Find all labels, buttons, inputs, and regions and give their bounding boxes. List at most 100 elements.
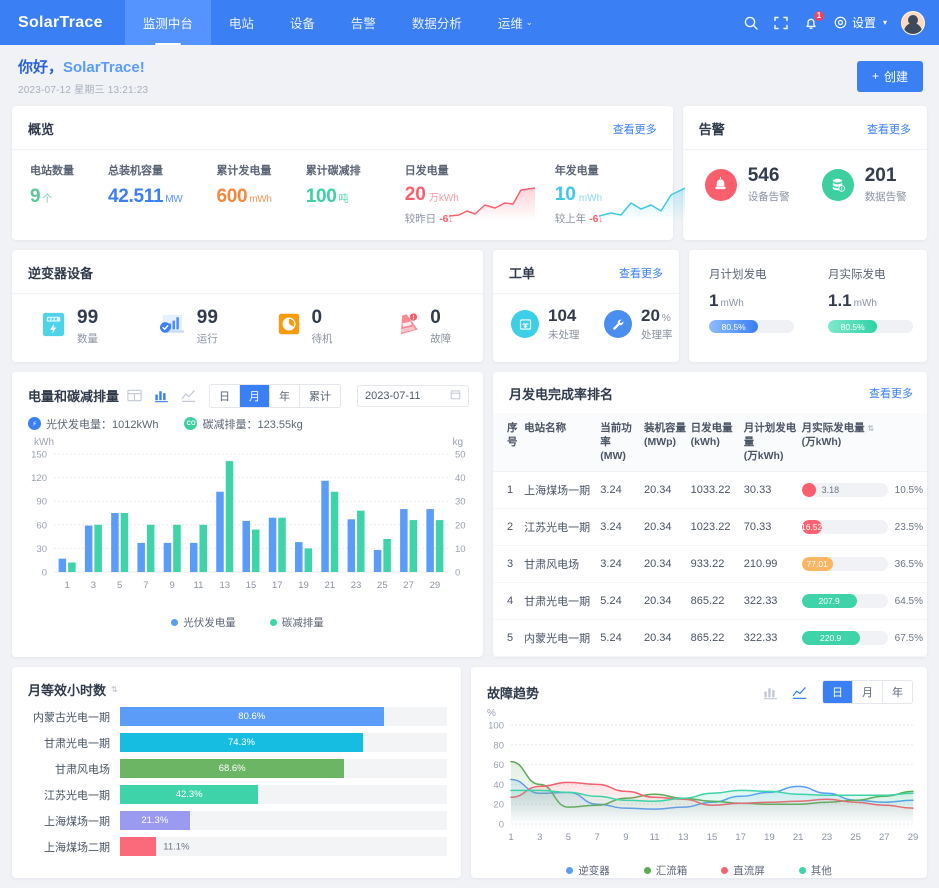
table-row[interactable]: 3 甘肃风电场 3.24 20.34 933.22 210.99 77.01 36.5% [493,545,927,584]
hours-bar-track: 21.3% [120,811,447,831]
main-nav: 监测中台 电站 设备 告警 数据分析 运维 ⌄ [124,0,551,45]
summary-carbon-text: 碳减排量：123.55kg [202,416,302,432]
bar-chart-icon[interactable] [153,387,170,404]
line-chart-icon[interactable] [791,684,808,701]
line-chart-icon[interactable] [180,387,197,404]
svg-text:80: 80 [493,741,504,752]
legend-other[interactable]: 其他 [798,863,832,878]
legend-inverter[interactable]: 逆变器 [566,863,610,878]
inverter-caption: 待机 [311,332,333,345]
fault-chart-legend: 逆变器 汇流箱 直流屏 其他 [471,859,927,878]
hours-bar-row: 江苏光电一期 42.3% [12,785,461,805]
energy-chart-legend: 光伏发电量 碳减排量 [12,613,483,642]
table-row[interactable]: 4 甘肃光电一期 5.24 20.34 865.22 322.33 207.9 64.5% [493,582,927,621]
notification-bell-icon[interactable]: 1 [803,10,824,31]
cell-power: 5.24 [600,619,644,658]
table-row[interactable]: 2 江苏光电一期 3.24 20.34 1023.22 70.33 16.52 23.5% [493,508,927,547]
cell-name: 甘肃光电一期 [524,582,601,621]
greeting-text-group: 你好，SolarTrace! 2023-07-12 星期三 13:21:23 [18,56,148,96]
progress-cell: 16.52 23.5% [801,520,923,535]
col-actual[interactable]: 月实际发电量 ⇅ (万kWh) [801,412,927,473]
alarm-header: 告警 查看更多 [682,106,927,150]
cell-no: 5 [493,619,525,658]
date-picker[interactable]: 2023-07-11 [357,384,469,407]
nav-label: 告警 [350,17,376,31]
hours-bar-row: 甘肃风电场 68.6% [12,759,461,779]
legend-dot [798,867,806,875]
alarm-device-text: 546 设备告警 [748,166,790,204]
legend-pv[interactable]: 光伏发电量 [171,615,236,630]
range-cumulative[interactable]: 累计 [300,384,340,407]
workorder-more-link[interactable]: 查看更多 [619,265,663,281]
hours-bar-track: 80.6% [120,707,447,727]
nav-item-plant[interactable]: 电站 [211,0,272,45]
nav-item-operations[interactable]: 运维 ⌄ [480,0,551,45]
nav-item-device[interactable]: 设备 [272,0,333,45]
fault-range-year[interactable]: 年 [883,681,912,704]
cell-daily: 933.22 [690,545,744,584]
workorder-header: 工单 查看更多 [493,250,679,294]
fault-range-day[interactable]: 日 [823,681,853,704]
rank-table: 序号 电站名称 当前功率 (MW) 装机容量 (MWp) 日发电量 (kWh) 月计划… [493,412,927,658]
fault-trend-card: 故障趋势 日 月 年 % 0 20 40 60 80 100 1 3 5 7 9… [471,667,927,879]
inverter-value: 99 [77,307,99,328]
avatar[interactable] [901,10,925,35]
cell-power: 3.24 [600,471,644,510]
table-row[interactable]: 1 上海煤场一期 3.24 20.34 1033.22 30.33 3.18 10.5% [493,471,927,510]
create-button[interactable]: + 创建 [856,60,923,92]
inverter-standby: 0 待机 [248,308,366,346]
hours-header: 月等效小时数 ⇅ [12,667,461,707]
mp-progress-fill: 80.5% [709,320,759,333]
row-devices: 逆变器设备 99 数量 99 运行 0 待机 0 故障 工单 查看更多 104 … [0,250,939,372]
nav-item-analytics[interactable]: 数据分析 [394,0,480,45]
legend-combiner[interactable]: 汇流箱 [643,863,687,878]
bar-chart-icon[interactable] [762,684,779,701]
table-row[interactable]: 5 内蒙光电一期 5.24 20.34 865.22 322.33 220.9 67.5% [493,619,927,658]
energy-chart-title: 电量和碳减排量 [28,389,120,405]
sort-icon[interactable]: ⇅ [111,685,118,694]
search-icon[interactable] [743,15,759,31]
cell-plan: 70.33 [743,508,802,547]
svg-text:25: 25 [377,580,388,591]
legend-carbon[interactable]: 碳减排量 [269,615,324,630]
chevron-down-icon: ▾ [882,18,887,27]
trend-label: 日发电量 [404,165,449,177]
fullscreen-icon[interactable] [773,15,789,31]
svg-text:21: 21 [325,580,336,591]
legend-dot [643,867,651,875]
svg-text:11: 11 [194,580,204,591]
range-year[interactable]: 年 [270,384,300,407]
progress-pct: 64.5% [894,595,923,607]
inverter-card: 逆变器设备 99 数量 99 运行 0 待机 0 故障 [12,250,483,362]
nav-item-monitoring[interactable]: 监测中台 [124,0,211,45]
alarm-light-icon [704,168,737,201]
range-day[interactable]: 日 [210,384,240,407]
col-no: 序号 [493,412,525,473]
stat-label: 累计发电量 [216,165,272,177]
svg-text:23: 23 [351,580,362,591]
sort-icon[interactable]: ⇅ [868,424,875,433]
cell-actual: 77.01 36.5% [801,545,927,584]
trend-compare-label: 较上年 [554,213,587,225]
nav-item-alarm[interactable]: 告警 [333,0,394,45]
inverter-fault: 0 故障 [365,308,483,346]
alarm-more-link[interactable]: 查看更多 [867,121,911,137]
cell-name: 内蒙光电一期 [524,619,601,658]
fault-range-month[interactable]: 月 [853,681,883,704]
legend-dc-panel[interactable]: 直流屏 [721,863,765,878]
stat-total-capacity: 总装机容量 42.511 MW [90,162,198,226]
overview-more-link[interactable]: 查看更多 [613,121,657,137]
table-view-icon[interactable] [126,387,143,404]
hours-bar-label: 甘肃光电一期 [44,737,110,750]
col-daily: 日发电量 (kWh) [690,412,744,473]
energy-chart-header: 电量和碳减排量 日 月 年 累计 2023-07-11 [12,372,483,414]
cell-capacity: 20.34 [643,508,691,547]
settings-menu[interactable]: 设置 ▾ [833,14,887,31]
rank-more-link[interactable]: 查看更多 [869,385,913,401]
monthly-actual-generation: 月实际发电 1.1 mWh 80.5% [808,266,927,333]
svg-text:60: 60 [36,520,47,531]
hours-bar-row: 上海煤场一期 21.3% [12,811,461,831]
workorder-rate: 20% 处理率 [586,307,679,342]
hours-bar-row: 内蒙古光电一期 80.6% [12,707,461,727]
range-month[interactable]: 月 [240,384,270,407]
